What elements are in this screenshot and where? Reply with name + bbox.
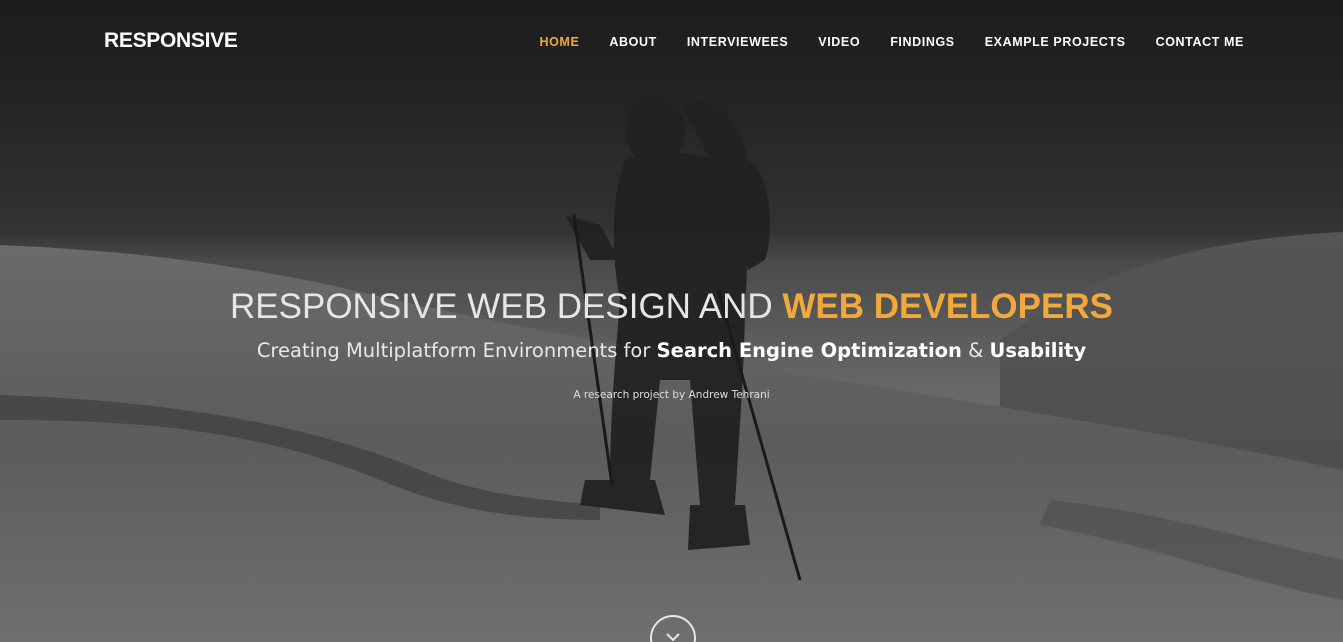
nav-item-home[interactable]: HOME xyxy=(539,35,579,49)
nav-item-example-projects[interactable]: EXAMPLE PROJECTS xyxy=(985,35,1126,49)
brand-logo[interactable]: RESPONSIVE xyxy=(104,29,238,53)
hero-title-main: RESPONSIVE WEB DESIGN AND xyxy=(230,287,783,326)
hero-subtitle-seo: Search Engine Optimization xyxy=(656,339,962,362)
nav-item-about[interactable]: ABOUT xyxy=(609,35,656,49)
hero-subtitle-usability: Usability xyxy=(989,339,1087,362)
hero-title: RESPONSIVE WEB DESIGN AND WEB DEVELOPERS xyxy=(0,285,1343,329)
nav-item-interviewees[interactable]: INTERVIEWEES xyxy=(687,35,788,49)
hero-subtitle-amp: & xyxy=(961,339,990,362)
hero-subtitle-text: Creating Multiplatform Environments for xyxy=(256,339,657,362)
top-navigation: RESPONSIVE HOME ABOUT INTERVIEWEES VIDEO… xyxy=(0,0,1343,84)
nav-item-contact-me[interactable]: CONTACT ME xyxy=(1156,35,1244,49)
hero-subtitle: Creating Multiplatform Environments for … xyxy=(0,338,1343,364)
hero-byline: A research project by Andrew Tehrani xyxy=(573,389,770,401)
hero-title-accent: WEB DEVELOPERS xyxy=(782,287,1113,326)
nav-item-video[interactable]: VIDEO xyxy=(818,35,860,49)
nav-menu: HOME ABOUT INTERVIEWEES VIDEO FINDINGS E… xyxy=(509,35,1244,49)
nav-item-findings[interactable]: FINDINGS xyxy=(890,35,955,49)
chevron-down-icon xyxy=(666,633,680,642)
hero-section: RESPONSIVE HOME ABOUT INTERVIEWEES VIDEO… xyxy=(0,0,1343,642)
